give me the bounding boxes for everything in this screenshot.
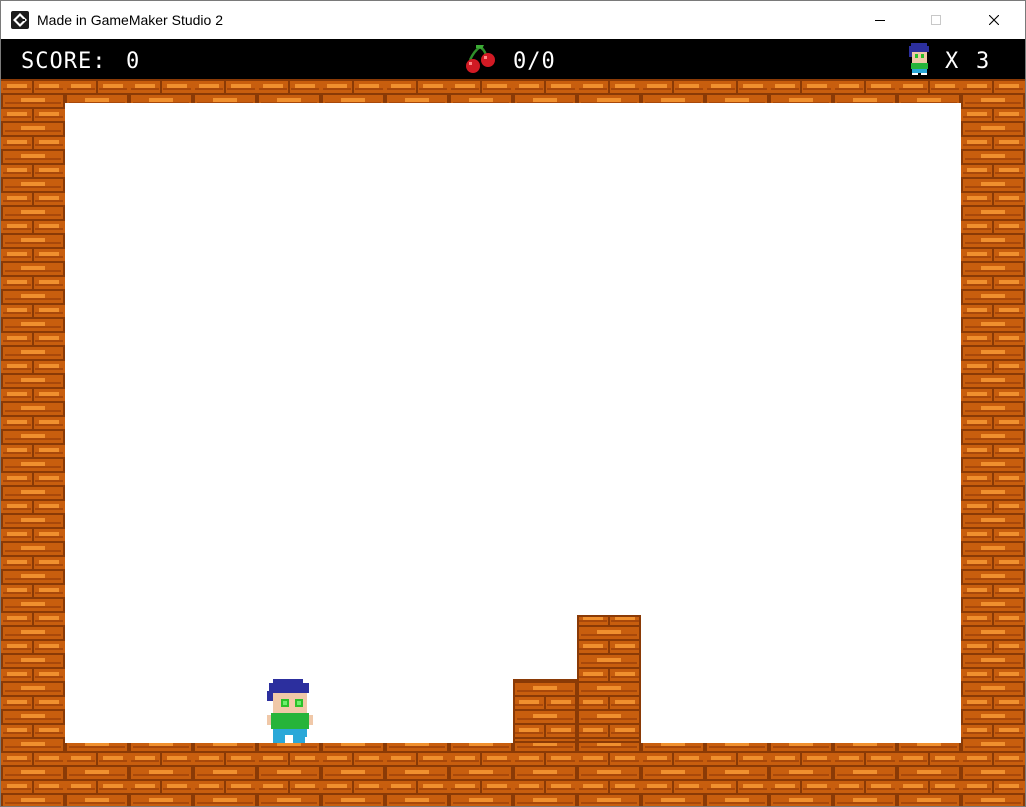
title-bar[interactable]: Made in GameMaker Studio 2 — [1, 1, 1025, 39]
floor — [1, 743, 1025, 806]
close-button[interactable] — [971, 1, 1017, 39]
left-wall — [1, 79, 65, 806]
tall-brick-block — [577, 615, 641, 743]
cherries-counter: 0/0 — [513, 49, 556, 74]
cherry-icon — [466, 45, 495, 73]
minimize-button[interactable] — [857, 1, 903, 39]
gamemaker-icon — [11, 11, 29, 29]
maximize-icon — [931, 15, 941, 25]
score-value: 0 — [126, 49, 141, 74]
top-wall — [1, 79, 1025, 103]
player-character[interactable] — [265, 677, 313, 743]
game-viewport[interactable]: SCORE: 0 0/0 X 3 — [1, 39, 1025, 806]
hud-bar: SCORE: 0 0/0 X 3 — [1, 39, 1025, 79]
right-wall — [961, 79, 1025, 806]
lives-value: 3 — [976, 49, 991, 74]
game-window: Made in GameMaker Studio 2 SCORE: 0 0/0 … — [0, 0, 1026, 807]
low-brick-block — [513, 679, 577, 743]
player-icon — [909, 43, 929, 75]
score-label: SCORE: — [21, 49, 107, 74]
close-icon — [989, 15, 999, 25]
maximize-button[interactable] — [913, 1, 959, 39]
lives-label: X — [945, 49, 960, 74]
window-title: Made in GameMaker Studio 2 — [37, 12, 223, 28]
brick-walls — [1, 79, 1025, 806]
minimize-icon — [875, 20, 885, 21]
